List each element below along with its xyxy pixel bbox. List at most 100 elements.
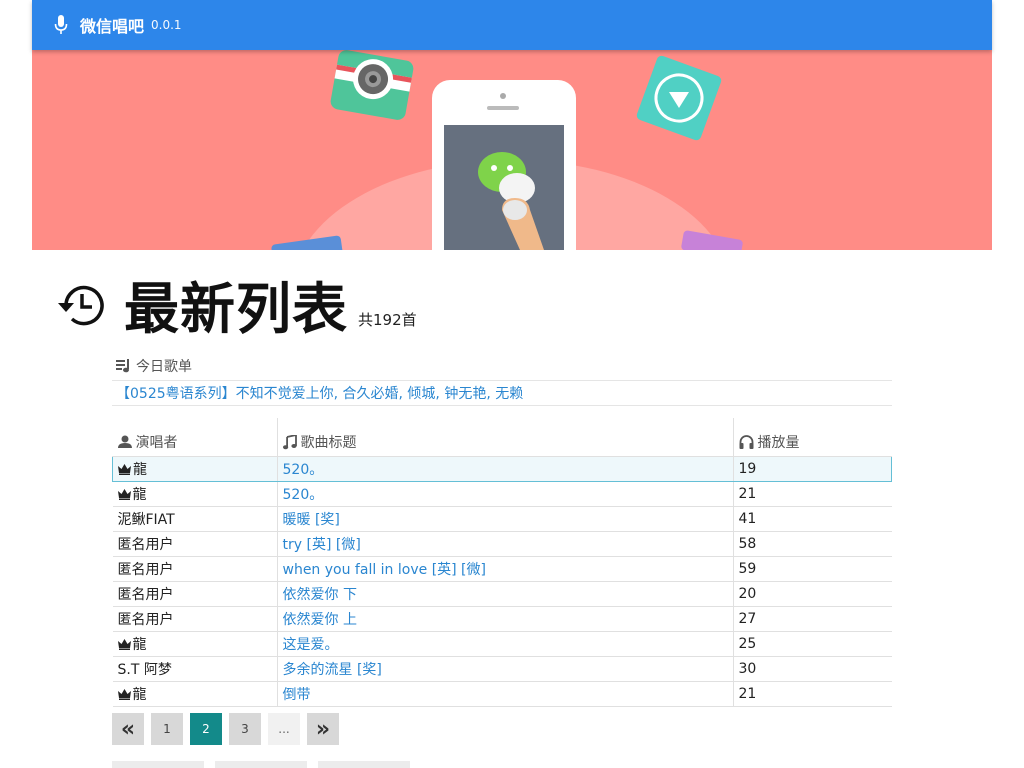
song-title-link[interactable]: 暖暖 [奖]	[283, 512, 340, 528]
footer-button-3[interactable]	[318, 761, 410, 768]
crown-icon	[117, 489, 131, 500]
banner-image	[32, 50, 992, 250]
table-row[interactable]: 龍 这是爱。 25	[112, 631, 892, 657]
today-playlist-link[interactable]: 【0525粤语系列】不知不觉爱上你, 合久必婚, 倾城, 钟无艳, 无赖	[112, 381, 892, 406]
next-page-button[interactable]: »	[307, 713, 339, 745]
crown-icon	[117, 639, 131, 650]
singer-name: 龍	[132, 637, 147, 653]
title-cell: 依然爱你 上	[276, 606, 733, 632]
app-version: 0.0.1	[151, 18, 182, 32]
song-title-link[interactable]: 倒带	[283, 687, 311, 703]
footer-button-2[interactable]	[215, 761, 307, 768]
title-cell: 多余的流星 [奖]	[276, 656, 733, 682]
song-title-link[interactable]: try [英] [微]	[283, 537, 361, 553]
plays-cell: 41	[732, 506, 892, 532]
singer-name: 龍	[132, 487, 147, 503]
singer-cell: 龍	[112, 481, 277, 507]
plays-cell: 25	[732, 631, 892, 657]
song-title-link[interactable]: 依然爱你 上	[283, 612, 357, 628]
plays-cell: 21	[732, 681, 892, 707]
singer-cell: 龍	[112, 456, 277, 482]
table-row[interactable]: 龍 520。 21	[112, 481, 892, 507]
pagination-ellipsis: ...	[268, 713, 300, 745]
singer-name: 匿名用户	[117, 537, 174, 553]
singer-cell: 匿名用户	[112, 556, 277, 582]
history-icon	[58, 285, 104, 326]
plays-cell: 20	[732, 581, 892, 607]
crown-icon	[118, 464, 131, 475]
today-playlist-panel: 今日歌单 【0525粤语系列】不知不觉爱上你, 合久必婚, 倾城, 钟无艳, 无…	[112, 352, 892, 406]
singer-cell: 龍	[112, 681, 277, 707]
table-row[interactable]: 匿名用户 when you fall in love [英] [微] 59	[112, 556, 892, 582]
prev-page-button[interactable]: «	[112, 713, 144, 745]
singer-column-header: 演唱者	[112, 418, 277, 457]
songs-table: 演唱者 歌曲标题 播放量 龍 520。 19 龍 520。 21 泥鳅FIAT …	[112, 418, 892, 707]
title-cell: 这是爱。	[276, 631, 733, 657]
page-button-3[interactable]: 3	[229, 713, 261, 745]
plays-header-label: 播放量	[757, 435, 800, 451]
title-cell: 520。	[276, 456, 733, 482]
singer-cell: S.T 阿梦	[112, 656, 277, 682]
song-title-link[interactable]: 这是爱。	[283, 637, 339, 653]
singer-name: 龍	[132, 687, 147, 703]
table-row[interactable]: 泥鳅FIAT 暖暖 [奖] 41	[112, 506, 892, 532]
song-title-link[interactable]: 多余的流星 [奖]	[283, 662, 382, 678]
app-title[interactable]: 微信唱吧	[80, 13, 144, 37]
table-row[interactable]: 龍 倒带 21	[112, 681, 892, 707]
today-playlist-label: 今日歌单	[136, 359, 192, 375]
singer-cell: 泥鳅FIAT	[112, 506, 277, 532]
crown-icon	[117, 689, 131, 700]
footer-button-1[interactable]	[112, 761, 204, 768]
singer-name: 龍	[133, 462, 147, 478]
playlist-icon	[116, 359, 129, 373]
page-button-1[interactable]: 1	[151, 713, 183, 745]
song-title-link[interactable]: 520。	[283, 487, 324, 503]
song-title-link[interactable]: 依然爱你 下	[283, 587, 357, 603]
title-column-header: 歌曲标题	[276, 418, 733, 457]
music-note-icon	[282, 434, 297, 449]
plays-column-header: 播放量	[732, 418, 892, 457]
table-row[interactable]: 匿名用户 依然爱你 上 27	[112, 606, 892, 632]
microphone-icon	[54, 15, 68, 34]
singer-cell: 匿名用户	[112, 531, 277, 557]
singer-cell: 匿名用户	[112, 581, 277, 607]
singer-name: 泥鳅FIAT	[117, 512, 175, 528]
plays-cell: 27	[732, 606, 892, 632]
singer-cell: 匿名用户	[112, 606, 277, 632]
table-row[interactable]: 匿名用户 依然爱你 下 20	[112, 581, 892, 607]
user-icon	[117, 435, 132, 448]
title-cell: 依然爱你 下	[276, 581, 733, 607]
song-count: 共192首	[358, 311, 417, 329]
plays-cell: 21	[732, 481, 892, 507]
singer-name: S.T 阿梦	[117, 662, 172, 678]
top-navbar: 微信唱吧 0.0.1	[32, 0, 992, 50]
title-cell: 倒带	[276, 681, 733, 707]
plays-cell: 59	[732, 556, 892, 582]
table-header-row: 演唱者 歌曲标题 播放量	[112, 418, 892, 457]
table-row[interactable]: 匿名用户 try [英] [微] 58	[112, 531, 892, 557]
singer-name: 匿名用户	[117, 587, 174, 603]
table-row[interactable]: 龍 520。 19	[112, 456, 892, 482]
table-row[interactable]: S.T 阿梦 多余的流星 [奖] 30	[112, 656, 892, 682]
title-cell: 暖暖 [奖]	[276, 506, 733, 532]
page-title: 最新列表	[124, 277, 349, 341]
pagination: « 1 2 3 ... »	[112, 713, 346, 745]
singer-name: 匿名用户	[117, 612, 174, 628]
song-title-link[interactable]: when you fall in love [英] [微]	[283, 562, 487, 578]
today-playlist-title: 今日歌单	[112, 352, 892, 381]
plays-cell: 30	[732, 656, 892, 682]
page-button-2[interactable]: 2	[190, 713, 222, 745]
singer-name: 匿名用户	[117, 562, 174, 578]
plays-cell: 19	[732, 456, 892, 482]
page-heading: 最新列表 共192首	[52, 272, 417, 342]
singer-header-label: 演唱者	[135, 435, 178, 451]
plays-cell: 58	[732, 531, 892, 557]
headphones-icon	[739, 435, 753, 449]
songs-table-body: 龍 520。 19 龍 520。 21 泥鳅FIAT 暖暖 [奖] 41 匿名用…	[112, 456, 892, 707]
title-header-label: 歌曲标题	[300, 435, 357, 451]
song-title-link[interactable]: 520。	[283, 462, 324, 478]
title-cell: 520。	[276, 481, 733, 507]
title-cell: when you fall in love [英] [微]	[276, 556, 733, 582]
singer-cell: 龍	[112, 631, 277, 657]
title-cell: try [英] [微]	[276, 531, 733, 557]
